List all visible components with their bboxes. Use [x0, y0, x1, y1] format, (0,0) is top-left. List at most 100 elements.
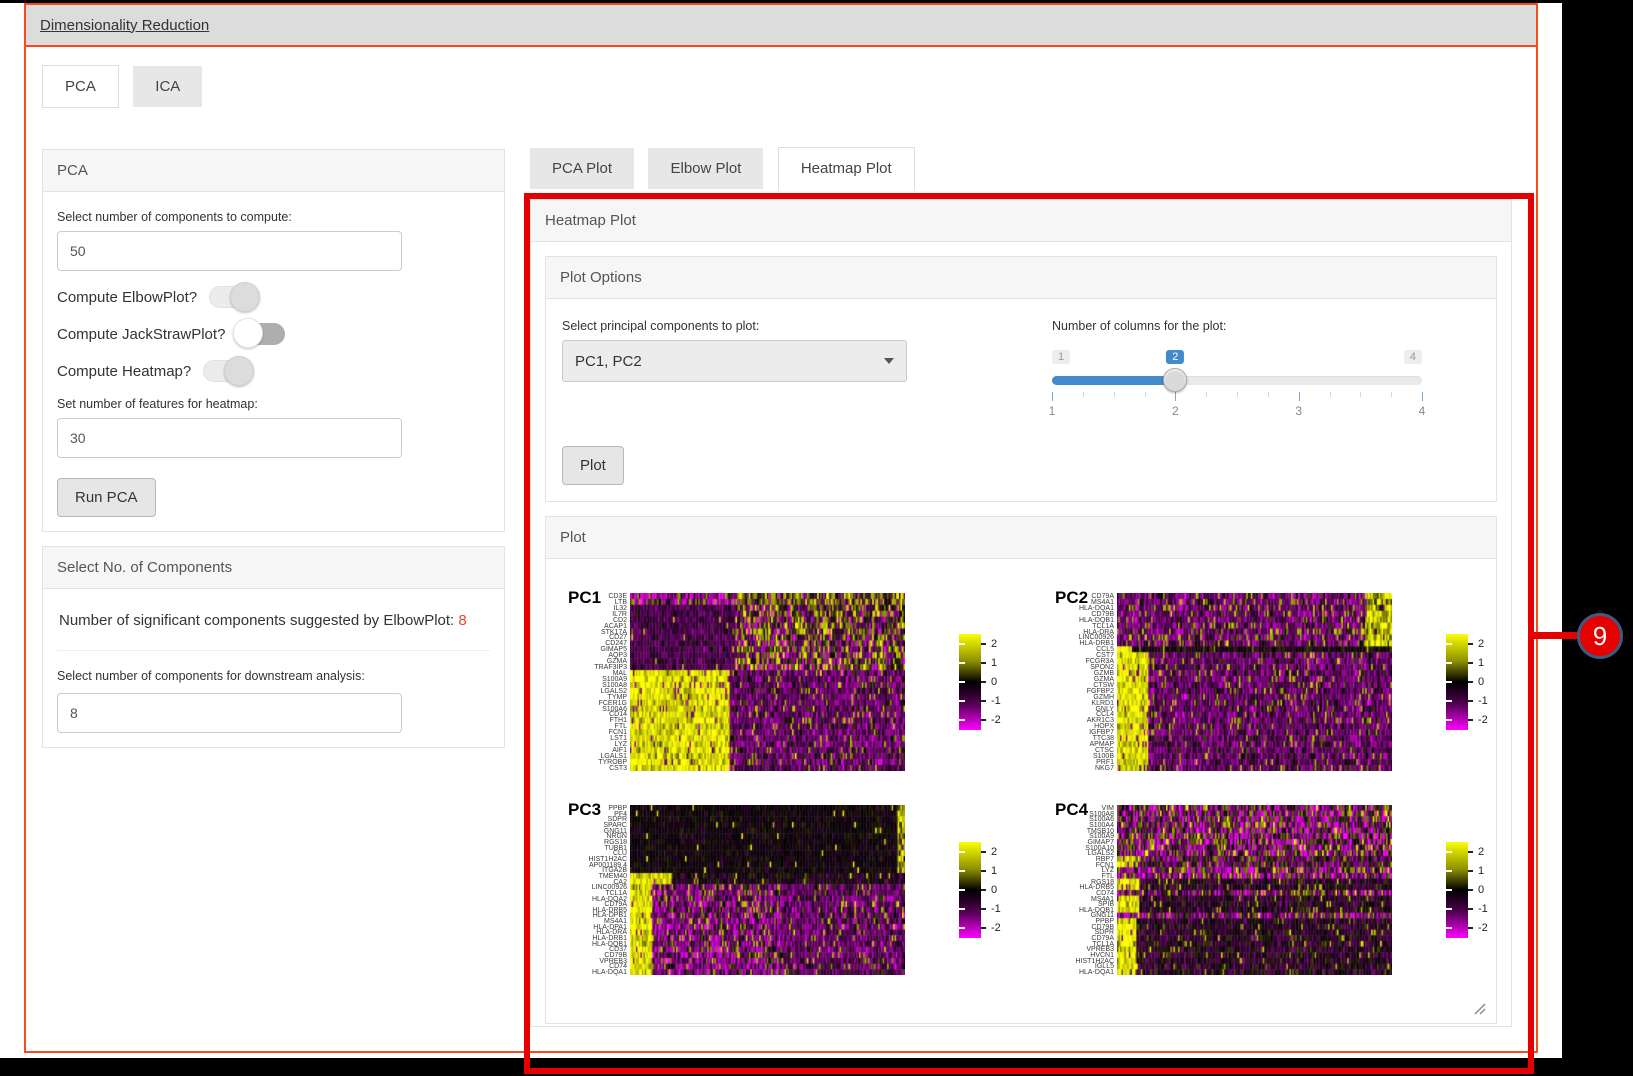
tab-ica[interactable]: ICA	[133, 66, 202, 107]
columns-slider-label: Number of columns for the plot:	[1052, 319, 1422, 333]
colorbar-tick-label: -1	[991, 903, 1001, 915]
colorbar-tick-label: -1	[1478, 903, 1488, 915]
left-column: PCA Select number of components to compu…	[42, 149, 505, 748]
elbowplot-toggle-row: Compute ElbowPlot?	[57, 286, 490, 308]
method-tabbar: PCA ICA	[42, 65, 212, 108]
screen: Dimensionality Reduction PCA ICA PCA Sel…	[0, 0, 1633, 1076]
slider-tick-labels: 1234	[1052, 404, 1422, 418]
heatmap-pc3: PC3 PPBPPF4SDPRSPARCGNG11NRGNRGS18TUBB1C…	[570, 805, 1031, 975]
toggle-knob	[224, 356, 254, 386]
heatmap-toggle[interactable]	[203, 360, 251, 382]
tab-heatmap-plot[interactable]: Heatmap Plot	[778, 147, 915, 191]
plot-output-panel: Plot PC1 CD3ELTBIL32IL7RCD2ACAP1STK17ACD…	[545, 516, 1497, 1024]
plot-button[interactable]: Plot	[562, 446, 624, 485]
heatmap-canvas-pc1	[630, 593, 905, 771]
heatmap-pc2: PC2 CD79AMS4A1HLA-DQA1CD79BHLA-DQB1TCL1A…	[1057, 593, 1518, 771]
colorbar-tick-label: 2	[991, 638, 997, 650]
colorbar-tick-label: -2	[991, 922, 1001, 934]
frame-right	[1562, 0, 1633, 1076]
components-label: Select number of components to compute:	[57, 210, 490, 224]
pca-panel-title: PCA	[43, 150, 504, 192]
colorbar-tick-label: -1	[991, 695, 1001, 707]
divider	[57, 650, 490, 651]
elbowplot-toggle-label: Compute ElbowPlot?	[57, 289, 197, 306]
gene-label: HLA-DQA1	[570, 969, 627, 975]
pc-select-value: PC1, PC2	[575, 353, 642, 370]
toggle-knob	[233, 318, 263, 348]
heatmap-plot-panel-title: Heatmap Plot	[531, 200, 1511, 242]
gene-labels-pc1: PC1 CD3ELTBIL32IL7RCD2ACAP1STK17ACD27CD2…	[570, 593, 630, 771]
colorbar-pc4: 2 1 0 -1 -2	[1446, 842, 1518, 938]
run-pca-button[interactable]: Run PCA	[57, 478, 156, 517]
colorbar-tick-label: 0	[1478, 884, 1484, 896]
pc3-title: PC3	[568, 800, 601, 820]
app-window: Dimensionality Reduction PCA ICA PCA Sel…	[24, 3, 1538, 1053]
tab-elbow-plot[interactable]: Elbow Plot	[648, 148, 763, 189]
slider-min-badge: 1	[1052, 350, 1070, 364]
pc-select-label: Select principal components to plot:	[562, 319, 942, 333]
plot-tabbar: PCA Plot Elbow Plot Heatmap Plot	[530, 147, 925, 191]
columns-slider: 1 2 4 1234	[1052, 340, 1422, 418]
heatmap-pc4: PC4 VIMS100A8S100A6S100A4TMSB10S100A9GIM…	[1057, 805, 1518, 975]
jackstraw-toggle-row: Compute JackStrawPlot?	[57, 323, 490, 345]
colorbar-tick-label: -2	[991, 714, 1001, 726]
colorbar-pc2: 2 1 0 -1 -2	[1446, 634, 1518, 730]
elbowplot-toggle[interactable]	[209, 286, 257, 308]
gene-label: NKG7	[1057, 765, 1114, 771]
colorbar-tick-label: -2	[1478, 922, 1488, 934]
frame-top	[0, 0, 1633, 3]
slider-grid	[1052, 392, 1422, 402]
colorbar-tick-label: 0	[1478, 676, 1484, 688]
slider-value-badge: 2	[1166, 350, 1184, 364]
features-label: Set number of features for heatmap:	[57, 397, 490, 411]
suggestion-text: Number of significant components suggest…	[57, 603, 490, 632]
gene-label: HLA-DQA1	[1057, 969, 1114, 975]
colorbar-tick-label: 1	[991, 657, 997, 669]
pc2-title: PC2	[1055, 588, 1088, 608]
colorbar-tick-label: 1	[1478, 657, 1484, 669]
downstream-input[interactable]: 8	[57, 693, 402, 733]
frame-bottom	[0, 1058, 1633, 1076]
colorbar-pc3: 2 1 0 -1 -2	[959, 842, 1031, 938]
gene-labels-pc2: PC2 CD79AMS4A1HLA-DQA1CD79BHLA-DQB1TCL1A…	[1057, 593, 1117, 771]
downstream-label: Select number of components for downstre…	[57, 667, 387, 686]
slider-fill	[1052, 376, 1175, 385]
colorbar-tick-label: 2	[1478, 846, 1484, 858]
plot-options-panel: Plot Options Select principal components…	[545, 256, 1497, 502]
resize-grip-icon[interactable]	[1471, 1000, 1486, 1015]
tab-pca[interactable]: PCA	[42, 65, 119, 108]
colorbar-pc1: 2 1 0 -1 -2	[959, 634, 1031, 730]
page-title[interactable]: Dimensionality Reduction	[40, 17, 209, 34]
colorbar-tick-label: 0	[991, 676, 997, 688]
colorbar-tick-label: 1	[991, 865, 997, 877]
tab-pca-plot[interactable]: PCA Plot	[530, 148, 634, 189]
colorbar-tick-label: 1	[1478, 865, 1484, 877]
toggle-knob	[230, 282, 260, 312]
jackstraw-toggle[interactable]	[237, 323, 285, 345]
colorbar-tick-label: 2	[1478, 638, 1484, 650]
colorbar-tick-label: -1	[1478, 695, 1488, 707]
plot-options-title: Plot Options	[546, 257, 1496, 299]
heatmap-pc1: PC1 CD3ELTBIL32IL7RCD2ACAP1STK17ACD27CD2…	[570, 593, 1031, 771]
annotation-callout-line	[1534, 632, 1578, 639]
components-input[interactable]: 50	[57, 231, 402, 271]
slider-handle[interactable]	[1163, 368, 1187, 392]
features-input[interactable]: 30	[57, 418, 402, 458]
heatmap-plot-panel: Heatmap Plot Plot Options Select princip…	[530, 199, 1512, 1027]
heatmap-toggle-row: Compute Heatmap?	[57, 360, 490, 382]
colorbar-tick-label: 2	[991, 846, 997, 858]
app-header: Dimensionality Reduction	[26, 5, 1536, 47]
heatmap-canvas-pc2	[1117, 593, 1392, 771]
pc4-title: PC4	[1055, 800, 1088, 820]
components-panel-title: Select No. of Components	[43, 547, 504, 589]
heatmap-toggle-label: Compute Heatmap?	[57, 363, 191, 380]
colorbar-tick-label: 0	[991, 884, 997, 896]
heatmap-canvas-pc3	[630, 805, 905, 975]
colorbar-tick-label: -2	[1478, 714, 1488, 726]
heatmap-grid: PC1 CD3ELTBIL32IL7RCD2ACAP1STK17ACD27CD2…	[560, 573, 1482, 1009]
chevron-down-icon	[884, 358, 894, 364]
pc1-title: PC1	[568, 588, 601, 608]
heatmap-canvas-pc4	[1117, 805, 1392, 975]
pca-settings-panel: PCA Select number of components to compu…	[42, 149, 505, 532]
pc-select-dropdown[interactable]: PC1, PC2	[562, 340, 907, 382]
